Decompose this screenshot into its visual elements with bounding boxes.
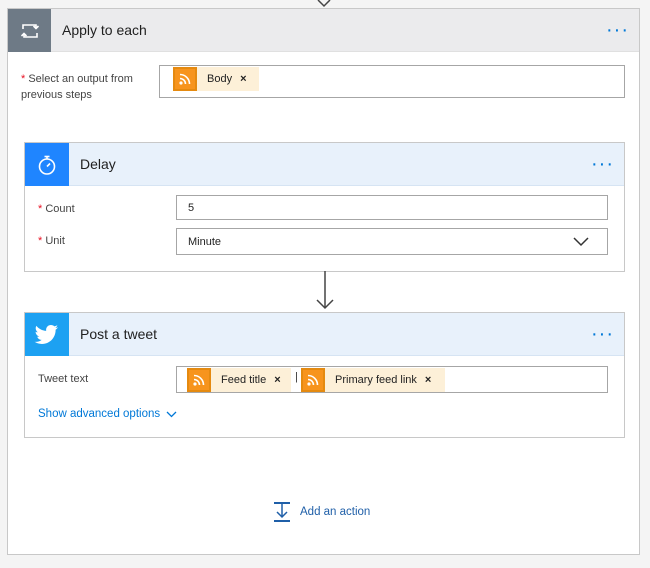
show-advanced-options-link[interactable]: Show advanced options <box>38 408 177 420</box>
post-tweet-card: Post a tweet ··· Tweet text Feed title ×… <box>24 312 625 438</box>
required-marker: * <box>38 203 43 215</box>
apply-to-each-title: Apply to each <box>62 22 147 38</box>
token-separator: | <box>295 371 298 383</box>
connector-arrow-icon <box>316 271 334 310</box>
unit-label-text: Unit <box>45 235 65 247</box>
remove-primary-feed-link-token-button[interactable]: × <box>425 374 431 386</box>
primary-feed-link-token-label: Primary feed link <box>335 374 417 386</box>
chevron-down-icon <box>166 411 177 417</box>
body-token[interactable]: Body × <box>173 67 259 91</box>
twitter-bird-icon <box>25 313 69 356</box>
delay-card: Delay ··· * Count 5 * Unit Minute <box>24 142 625 272</box>
delay-title: Delay <box>80 156 116 172</box>
remove-feed-title-token-button[interactable]: × <box>274 374 280 386</box>
rss-icon <box>301 368 325 392</box>
rss-icon <box>187 368 211 392</box>
chevron-down-icon <box>573 237 589 247</box>
count-label: * Count <box>38 201 75 217</box>
stopwatch-icon <box>25 143 69 186</box>
apply-to-each-header[interactable]: Apply to each ··· <box>8 9 639 52</box>
add-action-icon <box>274 502 290 522</box>
loop-icon <box>8 9 51 52</box>
body-token-label: Body <box>207 73 233 85</box>
tweet-text-field[interactable]: Feed title × | Primary feed link × <box>176 366 608 393</box>
post-tweet-header[interactable]: Post a tweet ··· <box>25 313 624 356</box>
select-output-label: * Select an output from previous steps <box>21 71 133 103</box>
delay-more-options-button[interactable]: ··· <box>591 154 614 174</box>
select-output-field[interactable]: Body × <box>159 65 625 98</box>
rss-icon <box>173 67 197 91</box>
apply-to-each-card: Apply to each ··· * Select an output fro… <box>7 8 640 555</box>
required-marker: * <box>38 235 43 247</box>
delay-header[interactable]: Delay ··· <box>25 143 624 186</box>
count-input[interactable]: 5 <box>176 195 608 220</box>
feed-title-token-label: Feed title <box>221 374 267 386</box>
tweet-more-options-button[interactable]: ··· <box>591 324 614 344</box>
feed-title-token[interactable]: Feed title × <box>187 368 291 392</box>
add-action-label: Add an action <box>300 506 371 518</box>
post-tweet-title: Post a tweet <box>80 326 158 342</box>
unit-select-value: Minute <box>188 236 222 248</box>
select-output-label-line1: Select an output from <box>28 73 133 85</box>
required-marker: * <box>21 73 26 85</box>
unit-select[interactable]: Minute <box>176 228 608 255</box>
primary-feed-link-token[interactable]: Primary feed link × <box>301 368 445 392</box>
remove-body-token-button[interactable]: × <box>240 73 246 85</box>
show-advanced-options-label: Show advanced options <box>38 408 161 420</box>
tweet-text-label: Tweet text <box>38 373 89 385</box>
incoming-arrow-icon <box>317 0 331 8</box>
select-output-label-line2: previous steps <box>21 89 92 101</box>
add-action-button[interactable]: Add an action <box>272 501 370 523</box>
apply-more-options-button[interactable]: ··· <box>606 20 629 40</box>
count-label-text: Count <box>45 203 75 215</box>
unit-label: * Unit <box>38 233 65 249</box>
